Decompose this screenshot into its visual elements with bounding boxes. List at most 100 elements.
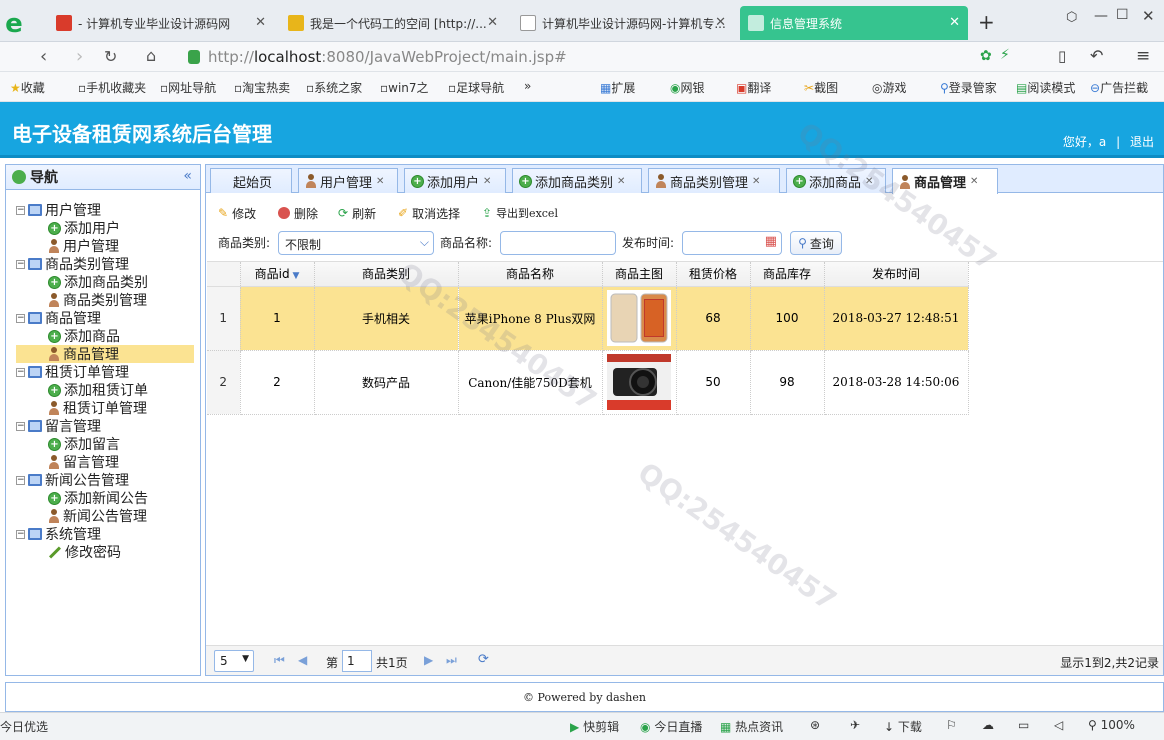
collapse-tree-icon[interactable]: − [16, 421, 25, 431]
close-tab-icon[interactable]: ✕ [255, 15, 266, 30]
column-header[interactable]: 商品名称 [458, 262, 603, 287]
menu-icon[interactable]: ≡ [1136, 46, 1150, 66]
bookmark-item[interactable]: ★收藏 [10, 79, 45, 96]
cloud-icon[interactable]: ☁ [982, 718, 994, 732]
collapse-tree-icon[interactable]: − [16, 475, 25, 485]
name-input[interactable] [500, 231, 616, 255]
logout-link[interactable]: 退出 [1130, 135, 1154, 149]
sidebar-item[interactable]: 留言管理 [16, 453, 194, 471]
close-tab-icon[interactable]: ✕ [715, 15, 726, 30]
extensions-button[interactable]: ▦扩展 [600, 79, 635, 96]
speed-icon[interactable]: ✿ [980, 48, 992, 64]
query-button[interactable]: ⚲ 查询 [790, 231, 842, 255]
panel-tab[interactable]: 商品管理 ✕ [892, 168, 998, 194]
phone-icon[interactable]: ▯ [1058, 47, 1066, 65]
next-page-icon[interactable]: ▶ [424, 653, 433, 667]
sidebar-item[interactable]: 新闻公告管理 [16, 507, 194, 525]
flag-icon[interactable]: ⚐ [946, 718, 957, 732]
collapse-tree-icon[interactable]: − [16, 259, 25, 269]
sidebar-item[interactable]: 商品管理 [16, 345, 194, 363]
status-item[interactable]: ◉ 今日直播 [640, 718, 702, 735]
status-item[interactable]: ▶ 快剪辑 [570, 718, 619, 735]
calendar-icon[interactable]: ▦ [765, 234, 777, 249]
close-tab-icon[interactable]: ✕ [483, 176, 491, 187]
minimize-icon[interactable]: — [1094, 8, 1108, 24]
close-tab-icon[interactable]: ✕ [865, 176, 873, 187]
sidebar-item[interactable]: + 添加留言 [16, 435, 194, 453]
column-header[interactable]: 发布时间 [824, 262, 969, 287]
home-icon[interactable]: ⌂ [146, 46, 156, 65]
refresh-button[interactable]: ⟳ 刷新 [338, 202, 376, 224]
bookmark-item[interactable]: ▫淘宝热卖 [234, 79, 290, 96]
status-item[interactable]: ▦ 热点资讯 [720, 718, 783, 735]
sidebar-item[interactable]: 商品类别管理 [16, 291, 194, 309]
bank-button[interactable]: ◉网银 [670, 79, 705, 96]
delete-button[interactable]: 删除 [278, 202, 318, 224]
skin-icon[interactable]: ⬡ [1066, 10, 1077, 25]
time-input[interactable]: ▦ [682, 231, 782, 255]
page-size-select[interactable]: 5 ▼ [214, 650, 254, 672]
bookmark-item[interactable]: ▫系统之家 [306, 79, 362, 96]
bookmark-overflow[interactable]: » [524, 79, 531, 93]
close-tab-icon[interactable]: ✕ [970, 176, 978, 187]
collapse-tree-icon[interactable]: − [16, 367, 25, 377]
sidebar-item[interactable]: + 添加租赁订单 [16, 381, 194, 399]
speed-icon[interactable]: ⊛ [810, 718, 820, 732]
close-tab-icon[interactable]: ✕ [376, 176, 384, 187]
category-select[interactable]: 不限制 ⌵ [278, 231, 434, 255]
bookmark-item[interactable]: ▫网址导航 [160, 79, 216, 96]
address-bar[interactable]: http://localhost:8080/JavaWebProject/mai… [180, 45, 1040, 69]
collapse-tree-icon[interactable]: − [16, 313, 25, 323]
sidebar-group[interactable]: − 系统管理 [16, 525, 194, 543]
forward-icon[interactable]: › [76, 46, 83, 67]
browser-tab[interactable]: 计算机毕业设计源码网-计算机专... ✕ [512, 6, 734, 40]
status-item[interactable]: ↓ 下载 [884, 718, 922, 735]
browser-tab[interactable]: 我是一个代码工的空间 [http://... ✕ [280, 6, 506, 40]
last-page-icon[interactable]: ⏭ [446, 653, 457, 668]
panel-tab[interactable]: 用户管理 ✕ [298, 168, 398, 193]
column-header[interactable]: 商品主图 [602, 262, 677, 287]
collapse-tree-icon[interactable]: − [16, 529, 25, 539]
maximize-icon[interactable]: ☐ [1116, 7, 1129, 23]
volume-icon[interactable]: ◁ [1054, 718, 1063, 732]
browser-tab-active[interactable]: 信息管理系统 ✕ [740, 6, 968, 40]
collapse-sidebar-icon[interactable]: « [183, 168, 192, 184]
column-header[interactable]: 商品id ▼ [240, 262, 315, 287]
window-icon[interactable]: ▭ [1018, 718, 1029, 732]
sidebar-group[interactable]: − 留言管理 [16, 417, 194, 435]
panel-tab[interactable]: 商品类别管理 ✕ [648, 168, 780, 193]
close-tab-icon[interactable]: ✕ [617, 176, 625, 187]
sidebar-item[interactable]: + 添加用户 [16, 219, 194, 237]
close-tab-icon[interactable]: ✕ [752, 176, 760, 187]
browser-tab[interactable]: - 计算机专业毕业设计源码网 ✕ [48, 6, 274, 40]
bookmark-item[interactable]: ▫手机收藏夹 [78, 79, 146, 96]
new-tab-button[interactable]: + [978, 10, 995, 34]
export-excel-button[interactable]: ⇪ 导出到excel [482, 202, 558, 224]
sidebar-item[interactable]: 修改密码 [16, 543, 194, 561]
page-number-input[interactable]: 1 [342, 650, 372, 672]
sidebar-group[interactable]: − 用户管理 [16, 201, 194, 219]
game-button[interactable]: ◎游戏 [872, 79, 907, 96]
panel-tab[interactable]: + 添加用户 ✕ [404, 168, 506, 193]
table-row[interactable]: 1 1 手机相关 苹果iPhone 8 Plus双网 68 100 2018-0… [207, 286, 969, 351]
reader-mode-button[interactable]: ▤阅读模式 [1016, 79, 1075, 96]
prev-page-icon[interactable]: ◀ [298, 653, 307, 667]
collapse-tree-icon[interactable]: − [16, 205, 25, 215]
sidebar-item[interactable]: + 添加商品 [16, 327, 194, 345]
close-tab-icon[interactable]: ✕ [949, 15, 960, 30]
panel-tab[interactable]: + 添加商品类别 ✕ [512, 168, 642, 193]
close-tab-icon[interactable]: ✕ [487, 15, 498, 30]
status-item[interactable]: 今日优选 [0, 718, 48, 735]
sidebar-item[interactable]: + 添加商品类别 [16, 273, 194, 291]
column-header[interactable]: 商品库存 [750, 262, 825, 287]
bookmark-item[interactable]: ▫win7之 [380, 79, 429, 96]
login-manager-button[interactable]: ⚲登录管家 [940, 79, 997, 96]
table-row[interactable]: 2 2 数码产品 Canon/佳能750D套机 50 98 2018-03-28… [207, 350, 969, 415]
flash-icon[interactable]: ⚡ [1000, 47, 1010, 63]
sidebar-item[interactable]: 租赁订单管理 [16, 399, 194, 417]
edit-button[interactable]: ✎ 修改 [218, 202, 256, 224]
sidebar-group[interactable]: − 租赁订单管理 [16, 363, 194, 381]
back-icon[interactable]: ‹ [40, 46, 47, 67]
undo-icon[interactable]: ↶ [1090, 46, 1103, 65]
pin-icon[interactable]: ✈ [850, 718, 860, 732]
